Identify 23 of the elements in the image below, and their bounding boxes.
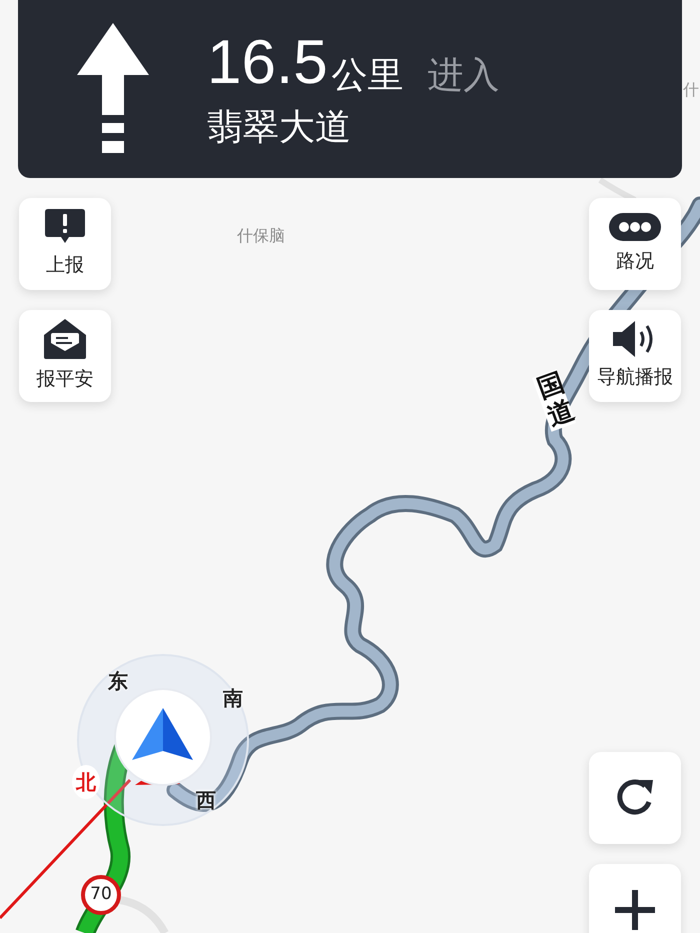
zoom-in-button[interactable] (589, 864, 681, 933)
safety-button[interactable]: 报平安 (19, 310, 111, 402)
action-text: 进入 (428, 58, 500, 94)
side-street (119, 896, 168, 933)
report-button[interactable]: 上报 (19, 198, 111, 290)
distance-unit: 公里 (332, 58, 404, 94)
refresh-button[interactable] (589, 752, 681, 844)
more-icon (609, 212, 661, 241)
voice-button[interactable]: 导航播报 (589, 310, 681, 402)
plus-icon (615, 890, 655, 930)
traffic-button[interactable]: 路况 (589, 198, 681, 290)
distance-value: 16.5 (207, 32, 328, 94)
compass-east: 东 (108, 668, 128, 695)
compass-south: 南 (223, 685, 243, 712)
compass-north: 北 (72, 765, 100, 799)
alert-icon (45, 208, 85, 245)
straight-arrow-icon (77, 23, 149, 155)
compass-west: 西 (196, 787, 216, 814)
speed-limit-sign: 70 (81, 875, 121, 915)
road-name: 翡翠大道 (207, 110, 352, 146)
place-label: 什保脑 (237, 225, 285, 247)
envelope-icon (44, 318, 86, 359)
place-label: 什 (683, 79, 699, 101)
